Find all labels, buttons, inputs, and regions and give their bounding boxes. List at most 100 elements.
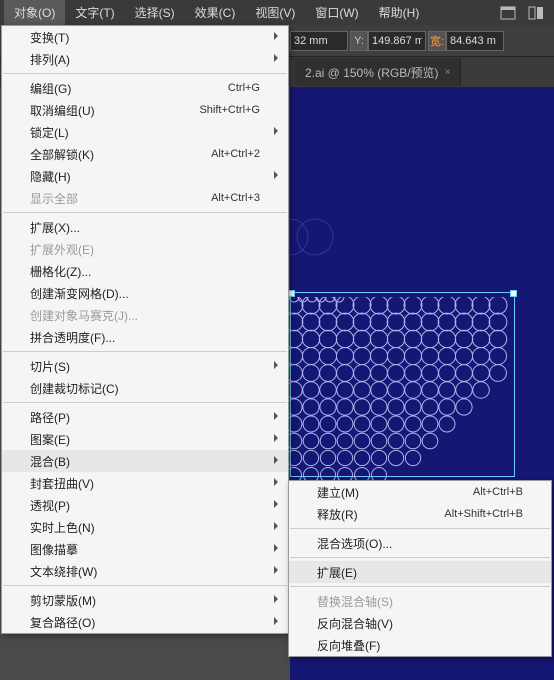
chevron-right-icon xyxy=(274,54,278,62)
menu-item[interactable]: 图像描摹 xyxy=(2,538,288,560)
chevron-right-icon xyxy=(274,171,278,179)
workspace-icon[interactable] xyxy=(497,4,519,22)
menu-item-label: 路径(P) xyxy=(30,409,70,426)
menu-item-label: 锁定(L) xyxy=(30,124,69,141)
menu-item[interactable]: 创建渐变网格(D)... xyxy=(2,282,288,304)
menu-item[interactable]: 扩展(X)... xyxy=(2,216,288,238)
menu-help[interactable]: 帮助(H) xyxy=(369,0,430,25)
menu-item[interactable]: 封套扭曲(V) xyxy=(2,472,288,494)
menu-item[interactable]: 图案(E) xyxy=(2,428,288,450)
menu-item-label: 剪切蒙版(M) xyxy=(30,592,96,609)
chevron-right-icon xyxy=(274,544,278,552)
object-menu: 变换(T) 排列(A) 编组(G) Ctrl+G 取消编组(U)Shift+Ctrl+G… xyxy=(1,25,289,634)
artwork-blend-circles xyxy=(288,297,518,487)
menu-item[interactable]: 建立(M)Alt+Ctrl+B xyxy=(289,481,551,503)
menu-item-label: 图像描摹 xyxy=(30,541,78,558)
chevron-right-icon xyxy=(274,595,278,603)
blend-submenu: 建立(M)Alt+Ctrl+B 释放(R) Alt+Shift+Ctrl+B 混合选项… xyxy=(288,480,552,657)
menu-item[interactable]: 路径(P) xyxy=(2,406,288,428)
separator xyxy=(290,557,550,558)
menu-item[interactable]: 实时上色(N) xyxy=(2,516,288,538)
shortcut: Ctrl+G xyxy=(228,82,260,94)
separator xyxy=(3,351,287,352)
menu-item-label: 创建裁切标记(C) xyxy=(30,380,119,397)
menu-item-label: 替换混合轴(S) xyxy=(317,593,393,610)
menu-item[interactable]: 栅格化(Z)... xyxy=(2,260,288,282)
menu-item[interactable]: 锁定(L) xyxy=(2,121,288,143)
menu-view[interactable]: 视图(V) xyxy=(245,0,305,25)
chevron-right-icon xyxy=(274,127,278,135)
close-icon[interactable]: × xyxy=(445,67,451,78)
menu-item[interactable]: 拼合透明度(F)... xyxy=(2,326,288,348)
menu-item[interactable]: 全部解锁(K)Alt+Ctrl+2 xyxy=(2,143,288,165)
menu-type[interactable]: 文字(T) xyxy=(65,0,124,25)
artwork-outline-circles xyxy=(280,217,340,257)
shortcut: Alt+Ctrl+B xyxy=(473,486,523,498)
menu-select[interactable]: 选择(S) xyxy=(125,0,185,25)
separator xyxy=(3,73,287,74)
chevron-right-icon xyxy=(274,412,278,420)
shortcut: Alt+Ctrl+3 xyxy=(211,192,260,204)
menu-item[interactable]: 释放(R) Alt+Shift+Ctrl+B xyxy=(289,503,551,525)
separator xyxy=(3,212,287,213)
separator xyxy=(3,402,287,403)
menu-item: 创建对象马赛克(J)... xyxy=(2,304,288,326)
menu-item[interactable]: 扩展(E) xyxy=(289,561,551,583)
menu-item-label: 复合路径(O) xyxy=(30,614,95,631)
menu-item[interactable]: 取消编组(U)Shift+Ctrl+G xyxy=(2,99,288,121)
menu-item[interactable]: 创建裁切标记(C) xyxy=(2,377,288,399)
menu-item[interactable]: 反向混合轴(V) xyxy=(289,612,551,634)
menu-item-label: 编组(G) xyxy=(30,80,71,97)
menu-item-label: 显示全部 xyxy=(30,190,78,207)
label-y: Y: xyxy=(350,31,368,51)
menu-object[interactable]: 对象(O) xyxy=(4,0,65,25)
menu-item[interactable]: 隐藏(H) xyxy=(2,165,288,187)
menu-item[interactable]: 切片(S) xyxy=(2,355,288,377)
chevron-right-icon xyxy=(274,434,278,442)
chevron-right-icon xyxy=(274,500,278,508)
separator xyxy=(290,586,550,587)
menu-window[interactable]: 窗口(W) xyxy=(305,0,368,25)
menu-item[interactable]: 文本绕排(W) xyxy=(2,560,288,582)
field-y[interactable] xyxy=(368,31,426,51)
menu-item[interactable]: 排列(A) xyxy=(2,48,288,70)
shortcut: Shift+Ctrl+G xyxy=(199,104,260,116)
menu-item-label: 扩展(E) xyxy=(317,564,357,581)
chevron-right-icon xyxy=(274,478,278,486)
field-w[interactable] xyxy=(446,31,504,51)
menu-item-label: 实时上色(N) xyxy=(30,519,95,536)
menu-item-label: 全部解锁(K) xyxy=(30,146,94,163)
field-x[interactable] xyxy=(290,31,348,51)
shortcut: Alt+Shift+Ctrl+B xyxy=(444,508,523,520)
tab-document[interactable]: 2.ai @ 150% (RGB/预览) × xyxy=(295,58,461,86)
menu-item-label: 透视(P) xyxy=(30,497,70,514)
chevron-right-icon xyxy=(274,361,278,369)
menu-item-label: 隐藏(H) xyxy=(30,168,71,185)
menu-item[interactable]: 混合选项(O)... xyxy=(289,532,551,554)
menu-item[interactable]: 混合(B) xyxy=(2,450,288,472)
menu-item: 扩展外观(E) xyxy=(2,238,288,260)
menu-item: 显示全部 Alt+Ctrl+3 xyxy=(2,187,288,209)
menu-item[interactable]: 变换(T) xyxy=(2,26,288,48)
menu-item-label: 排列(A) xyxy=(30,51,70,68)
chevron-right-icon xyxy=(274,456,278,464)
menu-item-label: 封套扭曲(V) xyxy=(30,475,94,492)
arrange-icon[interactable] xyxy=(525,4,547,22)
menu-effect[interactable]: 效果(C) xyxy=(185,0,246,25)
menu-item-label: 扩展外观(E) xyxy=(30,241,94,258)
menu-item[interactable]: 复合路径(O) xyxy=(2,611,288,633)
menubar: 对象(O) 文字(T) 选择(S) 效果(C) 视图(V) 窗口(W) 帮助(H… xyxy=(0,0,554,25)
menu-item-label: 变换(T) xyxy=(30,29,69,46)
menu-item-label: 混合(B) xyxy=(30,453,70,470)
menu-item[interactable]: 编组(G) Ctrl+G xyxy=(2,77,288,99)
menu-item-label: 图案(E) xyxy=(30,431,70,448)
menu-item-label: 创建对象马赛克(J)... xyxy=(30,307,138,324)
menu-item-label: 扩展(X)... xyxy=(30,219,80,236)
menu-item[interactable]: 剪切蒙版(M) xyxy=(2,589,288,611)
menu-item-label: 释放(R) xyxy=(317,506,358,523)
menu-item: 替换混合轴(S) xyxy=(289,590,551,612)
menu-item[interactable]: 透视(P) xyxy=(2,494,288,516)
menu-item[interactable]: 反向堆叠(F) xyxy=(289,634,551,656)
menu-item-label: 切片(S) xyxy=(30,358,70,375)
chevron-right-icon xyxy=(274,32,278,40)
